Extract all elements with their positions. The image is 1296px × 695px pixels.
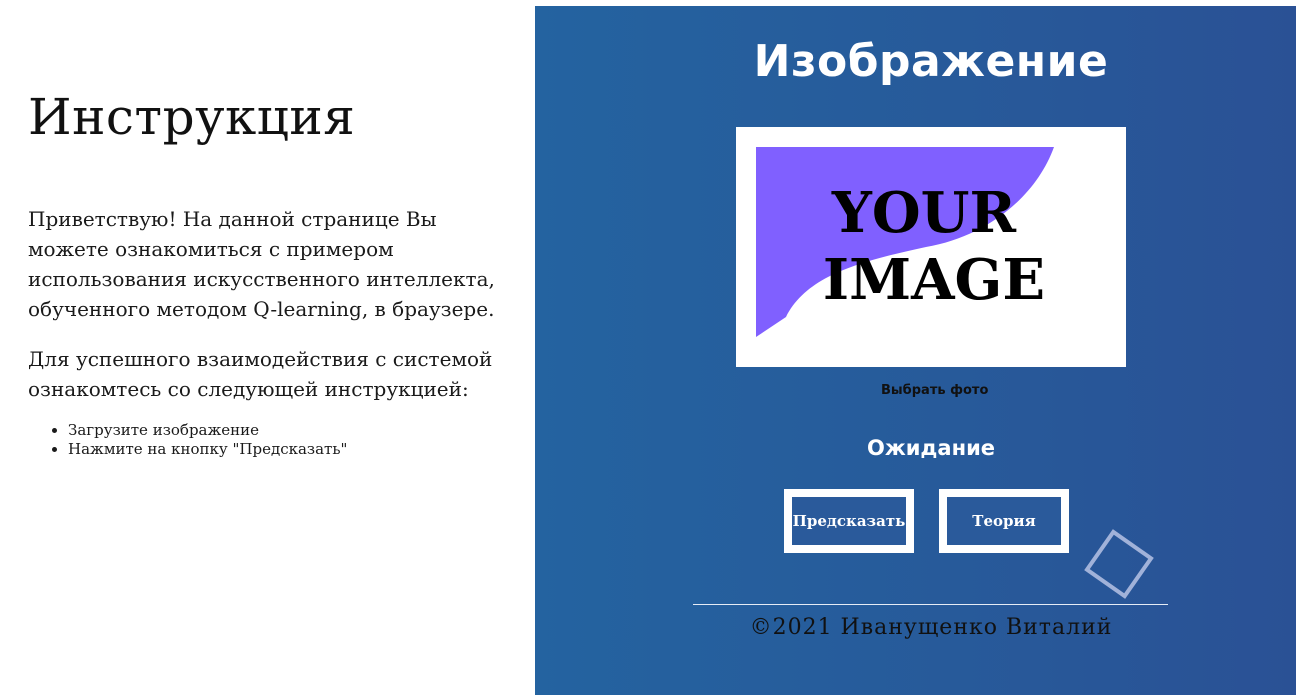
decorative-square-icon xyxy=(1084,529,1154,599)
your-image-placeholder-graphic: YOUR IMAGE xyxy=(756,147,1054,337)
instructions-paragraph: Для успешного взаимодействия с системой … xyxy=(28,347,493,401)
theory-button[interactable]: Теория xyxy=(939,489,1069,553)
instructions-panel: Инструкция Приветствую! На данной страни… xyxy=(0,0,535,695)
placeholder-text-line2: IMAGE xyxy=(823,247,1045,313)
list-item: Загрузите изображение xyxy=(68,421,347,440)
image-panel: Изображение YOUR IMAGE Выбрать фото Ожид… xyxy=(535,6,1296,695)
status-text: Ожидание xyxy=(866,436,996,460)
footer-divider xyxy=(693,604,1168,605)
list-item: Нажмите на кнопку "Предсказать" xyxy=(68,440,347,459)
choose-photo-button[interactable]: Выбрать фото xyxy=(881,383,988,398)
steps-list: Загрузите изображение Нажмите на кнопку … xyxy=(68,421,347,459)
intro-paragraph: Приветствую! На данной странице Вы может… xyxy=(28,207,495,321)
instructions-title: Инструкция xyxy=(28,88,356,146)
placeholder-text-line1: YOUR xyxy=(831,180,1017,246)
copyright-text: ©2021 Иванущенко Виталий xyxy=(749,615,1113,640)
panel-title: Изображение xyxy=(753,36,1109,87)
image-placeholder[interactable]: YOUR IMAGE xyxy=(736,127,1126,367)
predict-button[interactable]: Предсказать xyxy=(784,489,914,553)
